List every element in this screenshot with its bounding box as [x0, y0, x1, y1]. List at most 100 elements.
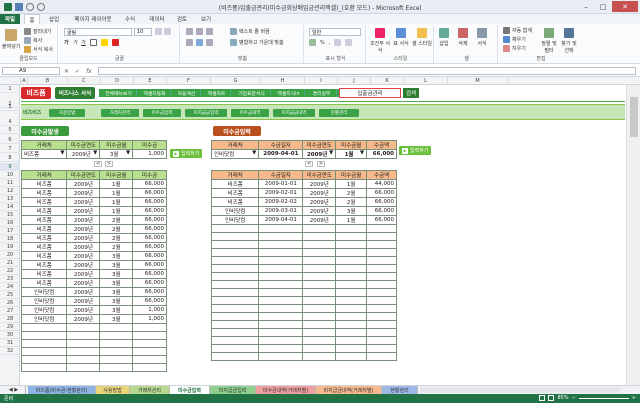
table-cell[interactable]: 2월 [99, 215, 134, 225]
table-cell[interactable]: 66,000 [132, 224, 167, 234]
table-cell[interactable] [210, 288, 260, 297]
table-cell[interactable] [302, 328, 337, 337]
table-cell[interactable] [210, 320, 260, 329]
table-cell[interactable]: 2월 [335, 188, 368, 198]
table-cell[interactable]: 66,000 [132, 242, 167, 252]
table-cell[interactable] [132, 331, 167, 340]
number-format-select[interactable]: 일반 [309, 28, 361, 36]
percent-button[interactable]: % [320, 40, 325, 46]
table-cell[interactable]: 2009년 [66, 197, 101, 207]
nav-standard-forms[interactable]: 기업표준서식 [233, 89, 271, 97]
zoom-in-button[interactable]: + [632, 395, 636, 401]
table-cell[interactable] [258, 264, 304, 273]
table-cell[interactable] [335, 224, 368, 233]
row-header[interactable]: 10 [0, 171, 20, 179]
table-cell[interactable] [66, 355, 101, 364]
table-cell[interactable]: 1월 [335, 179, 368, 189]
date-input[interactable]: 2009-04-01 [258, 149, 304, 159]
table-cell[interactable] [302, 296, 337, 305]
insert-cells-button[interactable]: 삽입 [439, 28, 449, 47]
table-cell[interactable]: 2월 [99, 233, 134, 243]
table-cell[interactable] [21, 323, 68, 332]
table-cell[interactable]: 66,000 [366, 206, 397, 216]
table-cell[interactable]: 2009년 [66, 224, 101, 234]
table-cell[interactable] [210, 304, 260, 313]
table-cell[interactable]: 66,000 [132, 215, 167, 225]
table-cell[interactable] [258, 240, 304, 249]
table-cell[interactable]: 44,000 [366, 179, 397, 189]
merge-center-button[interactable]: 병합하고 가운데 맞춤 [230, 39, 284, 46]
table-cell[interactable]: 2009-02-01 [258, 188, 304, 198]
sheet-tab[interactable]: 현황관리 [382, 386, 418, 394]
row-header[interactable]: 26 [0, 299, 20, 307]
row-header[interactable]: 8 [0, 154, 20, 162]
table-cell[interactable] [99, 363, 134, 372]
table-cell[interactable] [132, 339, 167, 348]
table-cell[interactable] [302, 264, 337, 273]
table-cell[interactable] [258, 312, 304, 321]
row-header[interactable]: 1 [0, 85, 20, 93]
collection-input-button[interactable]: ▶ 입력하기 [399, 146, 432, 155]
table-cell[interactable] [366, 320, 397, 329]
table-cell[interactable]: 3월 [99, 269, 134, 279]
fx-button[interactable]: fx [86, 68, 92, 75]
row-header[interactable]: 21 [0, 259, 20, 267]
row-header[interactable]: 29 [0, 323, 20, 331]
column-header[interactable]: J [338, 77, 371, 85]
horizontal-scrollbar[interactable] [420, 387, 620, 393]
font-grow-button[interactable] [155, 28, 171, 35]
table-cell[interactable]: 인비닷컴 [21, 296, 68, 306]
italic-button[interactable]: 가 [73, 39, 78, 46]
table-cell[interactable] [258, 320, 304, 329]
table-cell[interactable]: 3월 [99, 251, 134, 261]
table-cell[interactable] [335, 304, 368, 313]
table-cell[interactable] [366, 264, 397, 273]
table-cell[interactable]: 66,000 [132, 206, 167, 216]
table-cell[interactable] [366, 288, 397, 297]
table-cell[interactable] [366, 312, 397, 321]
table-cell[interactable]: 2009년 [66, 296, 101, 306]
month-select[interactable]: 3월 ▼ [99, 149, 134, 159]
table-cell[interactable] [132, 347, 167, 356]
subnav-client-mgmt[interactable]: 거래처관리 [101, 109, 139, 117]
table-cell[interactable]: 2월 [99, 224, 134, 234]
table-cell[interactable] [210, 312, 260, 321]
column-header[interactable]: A [21, 77, 28, 85]
table-cell[interactable]: 2009년 [66, 269, 101, 279]
zoom-level[interactable]: 85% [557, 395, 568, 401]
table-cell[interactable] [210, 240, 260, 249]
table-cell[interactable] [302, 224, 337, 233]
table-cell[interactable]: 2009-04-01 [258, 215, 304, 225]
delete-cells-button[interactable]: 삭제 [458, 28, 468, 47]
table-cell[interactable] [302, 272, 337, 281]
format-table-button[interactable]: 표 서식 [391, 28, 411, 47]
row-header[interactable]: 25 [0, 291, 20, 299]
table-cell[interactable] [210, 336, 260, 345]
vertical-scrollbar[interactable] [626, 85, 640, 385]
table-cell[interactable]: 비즈폼 [21, 260, 68, 270]
row-header[interactable]: 20 [0, 251, 20, 259]
table-cell[interactable] [99, 331, 134, 340]
row-header[interactable]: 7 [0, 145, 20, 153]
table-cell[interactable]: 2009년 [66, 215, 101, 225]
cell-styles-button[interactable]: 셀 스타일 [412, 28, 432, 47]
decrease-decimal-icon[interactable] [345, 39, 353, 46]
sort-filter-button[interactable]: 정렬 및 필터 [540, 28, 558, 54]
align-top-icon[interactable] [186, 28, 193, 35]
table-cell[interactable]: 인비닷컴 [210, 206, 260, 216]
table-cell[interactable]: 2009년 [66, 188, 101, 198]
table-cell[interactable] [210, 248, 260, 257]
next-arrow-button[interactable]: > [105, 161, 113, 167]
column-header[interactable]: F [167, 77, 211, 85]
dropdown-arrow-icon[interactable]: ▼ [329, 151, 333, 157]
table-cell[interactable]: 비즈폼 [21, 242, 68, 252]
cancel-icon[interactable]: ✕ [64, 68, 69, 75]
column-header[interactable]: C [68, 77, 101, 85]
sheet-tab[interactable]: 미지급금입력 [210, 386, 256, 394]
column-header[interactable]: I [305, 77, 338, 85]
amount-input[interactable]: 66,000 [366, 149, 397, 159]
table-cell[interactable] [258, 336, 304, 345]
table-cell[interactable]: 3월 [99, 287, 134, 297]
sheet-tab[interactable]: 거래처관리 [130, 386, 170, 394]
table-cell[interactable]: 1,000 [132, 305, 167, 315]
